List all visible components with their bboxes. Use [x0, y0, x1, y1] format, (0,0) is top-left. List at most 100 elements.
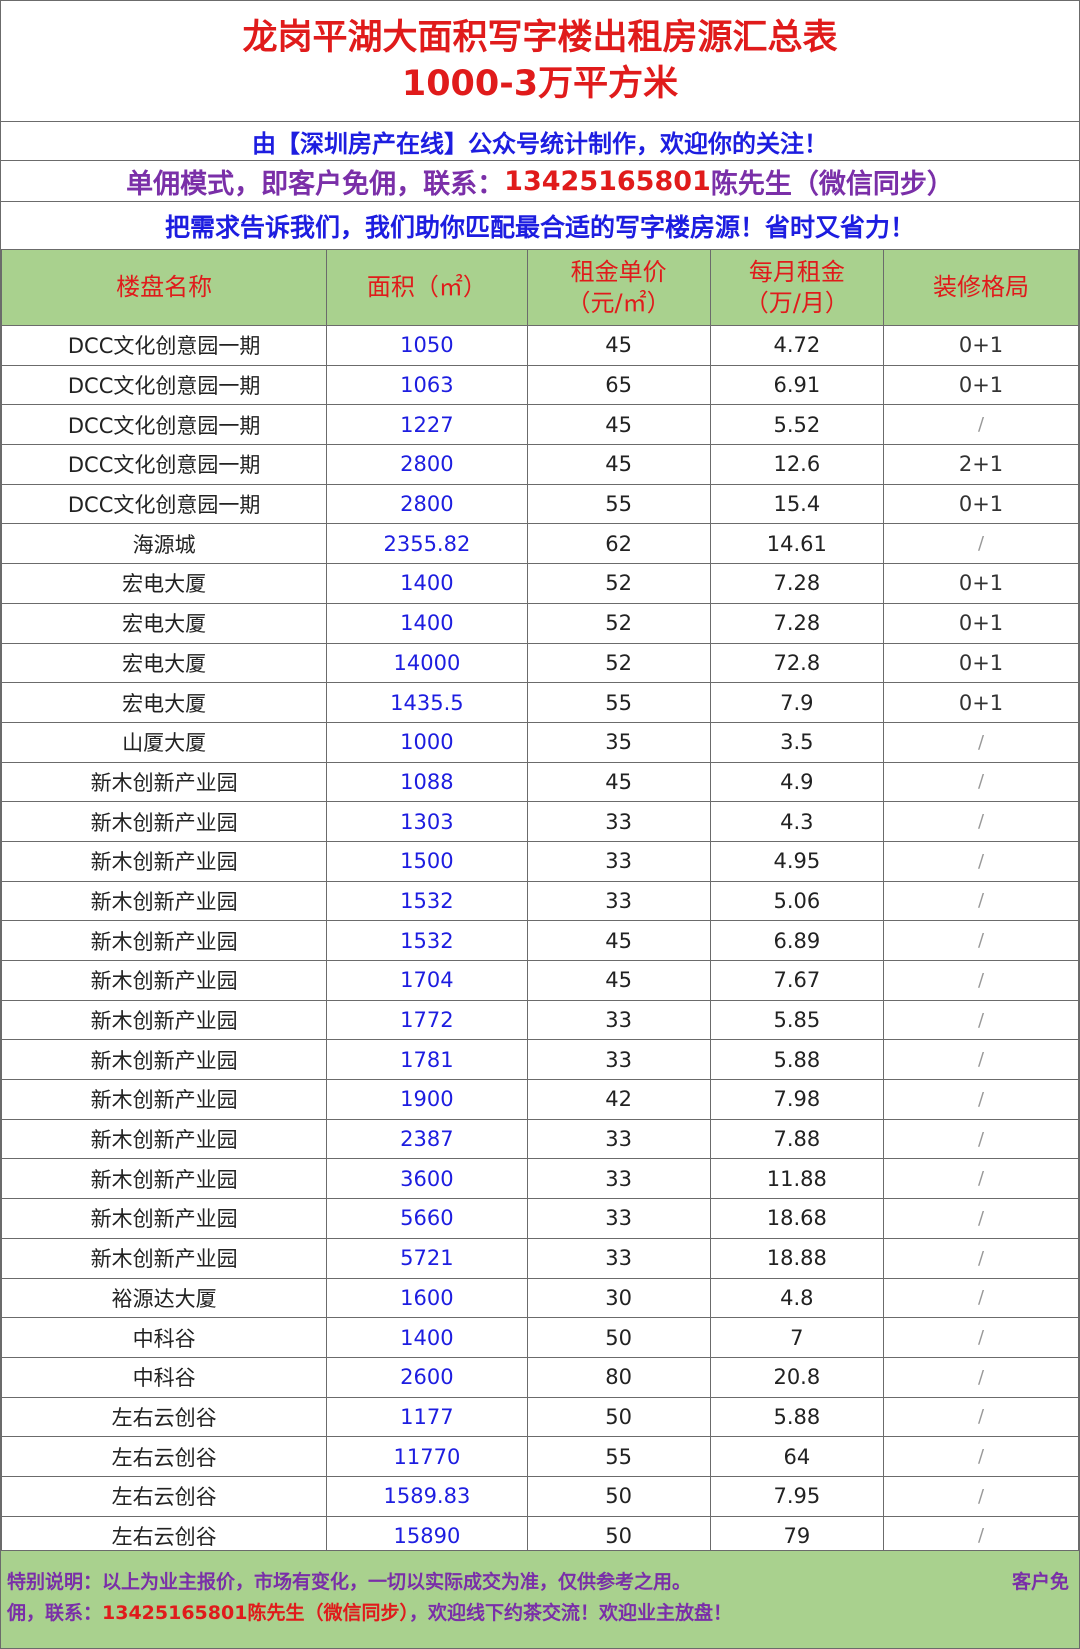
cell-monthly-rent: 4.9: [709, 761, 885, 803]
cell-building: 宏电大厦: [0, 642, 328, 684]
table-row: 宏电大厦 1400 52 7.28 0+1: [0, 563, 1079, 604]
cell-area: 1000: [326, 721, 528, 763]
sheet-title: 龙岗平湖大面积写字楼出租房源汇总表 1000-3万平方米: [1, 1, 1079, 122]
cell-monthly-rent: 4.72: [709, 325, 885, 366]
table-row: DCC文化创意园一期 1063 65 6.91 0+1: [0, 364, 1079, 406]
cell-building: 新木创新产业园: [0, 1237, 328, 1279]
cell-building: DCC文化创意园一期: [0, 325, 328, 366]
table-row: 新木创新产业园 1772 33 5.85/: [0, 999, 1079, 1041]
cell-building: 新木创新产业园: [0, 1039, 328, 1081]
cell-unit-price: 33: [526, 801, 711, 842]
cell-unit-price: 45: [526, 444, 711, 485]
cell-building: 宏电大厦: [0, 682, 328, 723]
cell-building: DCC文化创意园一期: [0, 444, 328, 485]
cell-area: 1532: [326, 880, 528, 922]
cell-monthly-rent: 3.5: [709, 721, 885, 763]
cell-monthly-rent: 5.88: [709, 1396, 885, 1438]
cell-monthly-rent: 15.4: [709, 483, 885, 525]
cell-building: 中科谷: [0, 1317, 328, 1358]
cell-building: 新木创新产业园: [0, 999, 328, 1041]
table-row: 中科谷 1400 50 7/: [0, 1317, 1079, 1358]
special-note: 特别说明：以上为业主报价，市场有变化，一切以实际成交为准，仅供参考之用。 客户免…: [1, 1550, 1079, 1648]
cell-monthly-rent: 7.28: [709, 602, 885, 644]
contact-banner: 单佣模式，即客户免佣，联系： 13425165801 陈先生（微信同步）: [1, 161, 1079, 202]
cell-decoration: /: [883, 1118, 1079, 1160]
cell-monthly-rent: 7: [709, 1317, 885, 1358]
contact-suffix: 陈先生（微信同步）: [710, 168, 954, 200]
cell-building: 宏电大厦: [0, 563, 328, 604]
table-row: 左右云创谷 11770 55 64/: [0, 1436, 1079, 1477]
table-header-row: 楼盘名称 面积（㎡） 租金单价 （元/㎡） 每月租金 （万/月） 装修格局: [0, 249, 1079, 326]
note-text-2-prefix: 佣，联系：: [7, 1602, 103, 1624]
header-decoration-label: 装修格局: [933, 273, 1030, 301]
header-monthly-rent-unit: （万/月）: [744, 288, 849, 317]
slogan-banner: 把需求告诉我们，我们助你匹配最合适的写字楼房源！省时又省力！: [1, 202, 1079, 249]
cell-monthly-rent: 7.9: [709, 682, 885, 723]
cell-building: 海源城: [0, 523, 328, 565]
cell-building: 新木创新产业园: [0, 761, 328, 803]
cell-area: 1088: [326, 761, 528, 803]
cell-decoration: /: [883, 523, 1079, 565]
slogan-text: 把需求告诉我们，我们助你匹配最合适的写字楼房源！省时又省力！: [164, 212, 915, 242]
cell-building: DCC文化创意园一期: [0, 364, 328, 406]
cell-area: 1435.5: [326, 682, 528, 723]
cell-decoration: /: [883, 1158, 1079, 1200]
cell-area: 1303: [326, 801, 528, 842]
cell-area: 14000: [326, 642, 528, 684]
note-line-2: 佣，联系：13425165801陈先生（微信同步），欢迎线下约茶交流！欢迎业主放…: [7, 1598, 1073, 1629]
cell-monthly-rent: 4.95: [709, 840, 885, 882]
header-monthly-rent: 每月租金 （万/月）: [709, 249, 885, 326]
cell-building: 左右云创谷: [0, 1396, 328, 1438]
table-row: 新木创新产业园 3600 33 11.88/: [0, 1158, 1079, 1200]
cell-building: 宏电大厦: [0, 602, 328, 644]
cell-monthly-rent: 20.8: [709, 1356, 885, 1398]
table-row: 新木创新产业园 1781 33 5.88/: [0, 1039, 1079, 1081]
cell-unit-price: 80: [526, 1356, 711, 1398]
cell-building: 新木创新产业园: [0, 1198, 328, 1239]
cell-decoration: /: [883, 761, 1079, 803]
header-monthly-rent-label: 每月租金: [748, 257, 845, 286]
cell-building: 新木创新产业园: [0, 880, 328, 922]
cell-decoration: /: [883, 404, 1079, 446]
cell-unit-price: 33: [526, 840, 711, 882]
title-line-2: 1000-3万平方米: [401, 64, 679, 104]
cell-unit-price: 52: [526, 602, 711, 644]
cell-decoration: 0+1: [883, 483, 1079, 525]
cell-monthly-rent: 12.6: [709, 444, 885, 485]
cell-area: 1900: [326, 1079, 528, 1120]
header-area-label: 面积（㎡）: [366, 273, 487, 301]
cell-building: 新木创新产业园: [0, 1118, 328, 1160]
cell-unit-price: 45: [526, 761, 711, 803]
cell-decoration: /: [883, 1277, 1079, 1319]
cell-unit-price: 65: [526, 364, 711, 406]
cell-building: 新木创新产业园: [0, 1158, 328, 1200]
cell-area: 5721: [326, 1237, 528, 1279]
cell-monthly-rent: 18.68: [709, 1198, 885, 1239]
cell-area: 2387: [326, 1118, 528, 1160]
cell-decoration: /: [883, 920, 1079, 961]
cell-area: 1600: [326, 1277, 528, 1319]
cell-decoration: /: [883, 1039, 1079, 1081]
header-unit-price-unit: （元/㎡）: [566, 288, 671, 317]
cell-building: 新木创新产业园: [0, 920, 328, 961]
source-text: 由【深圳房产在线】公众号统计制作，欢迎你的关注！: [252, 129, 828, 158]
cell-unit-price: 35: [526, 721, 711, 763]
cell-unit-price: 33: [526, 1237, 711, 1279]
cell-decoration: 0+1: [883, 563, 1079, 604]
cell-unit-price: 42: [526, 1079, 711, 1120]
table-body: DCC文化创意园一期 1050 45 4.72 0+1 DCC文化创意园一期 1063 65 6…: [0, 325, 1079, 1557]
header-unit-price: 租金单价 （元/㎡）: [526, 249, 711, 326]
cell-decoration: 0+1: [883, 682, 1079, 723]
table-row: 宏电大厦 14000 52 72.8 0+1: [0, 642, 1079, 684]
cell-unit-price: 52: [526, 563, 711, 604]
cell-decoration: /: [883, 1198, 1079, 1239]
table-row: 新木创新产业园 5721 33 18.88/: [0, 1237, 1079, 1279]
cell-decoration: /: [883, 840, 1079, 882]
cell-monthly-rent: 64: [709, 1436, 885, 1477]
header-building: 楼盘名称: [0, 249, 328, 326]
cell-monthly-rent: 4.3: [709, 801, 885, 842]
note-line-1: 特别说明：以上为业主报价，市场有变化，一切以实际成交为准，仅供参考之用。 客户免: [7, 1567, 1073, 1598]
cell-area: 1063: [326, 364, 528, 406]
cell-unit-price: 55: [526, 483, 711, 525]
cell-monthly-rent: 5.52: [709, 404, 885, 446]
